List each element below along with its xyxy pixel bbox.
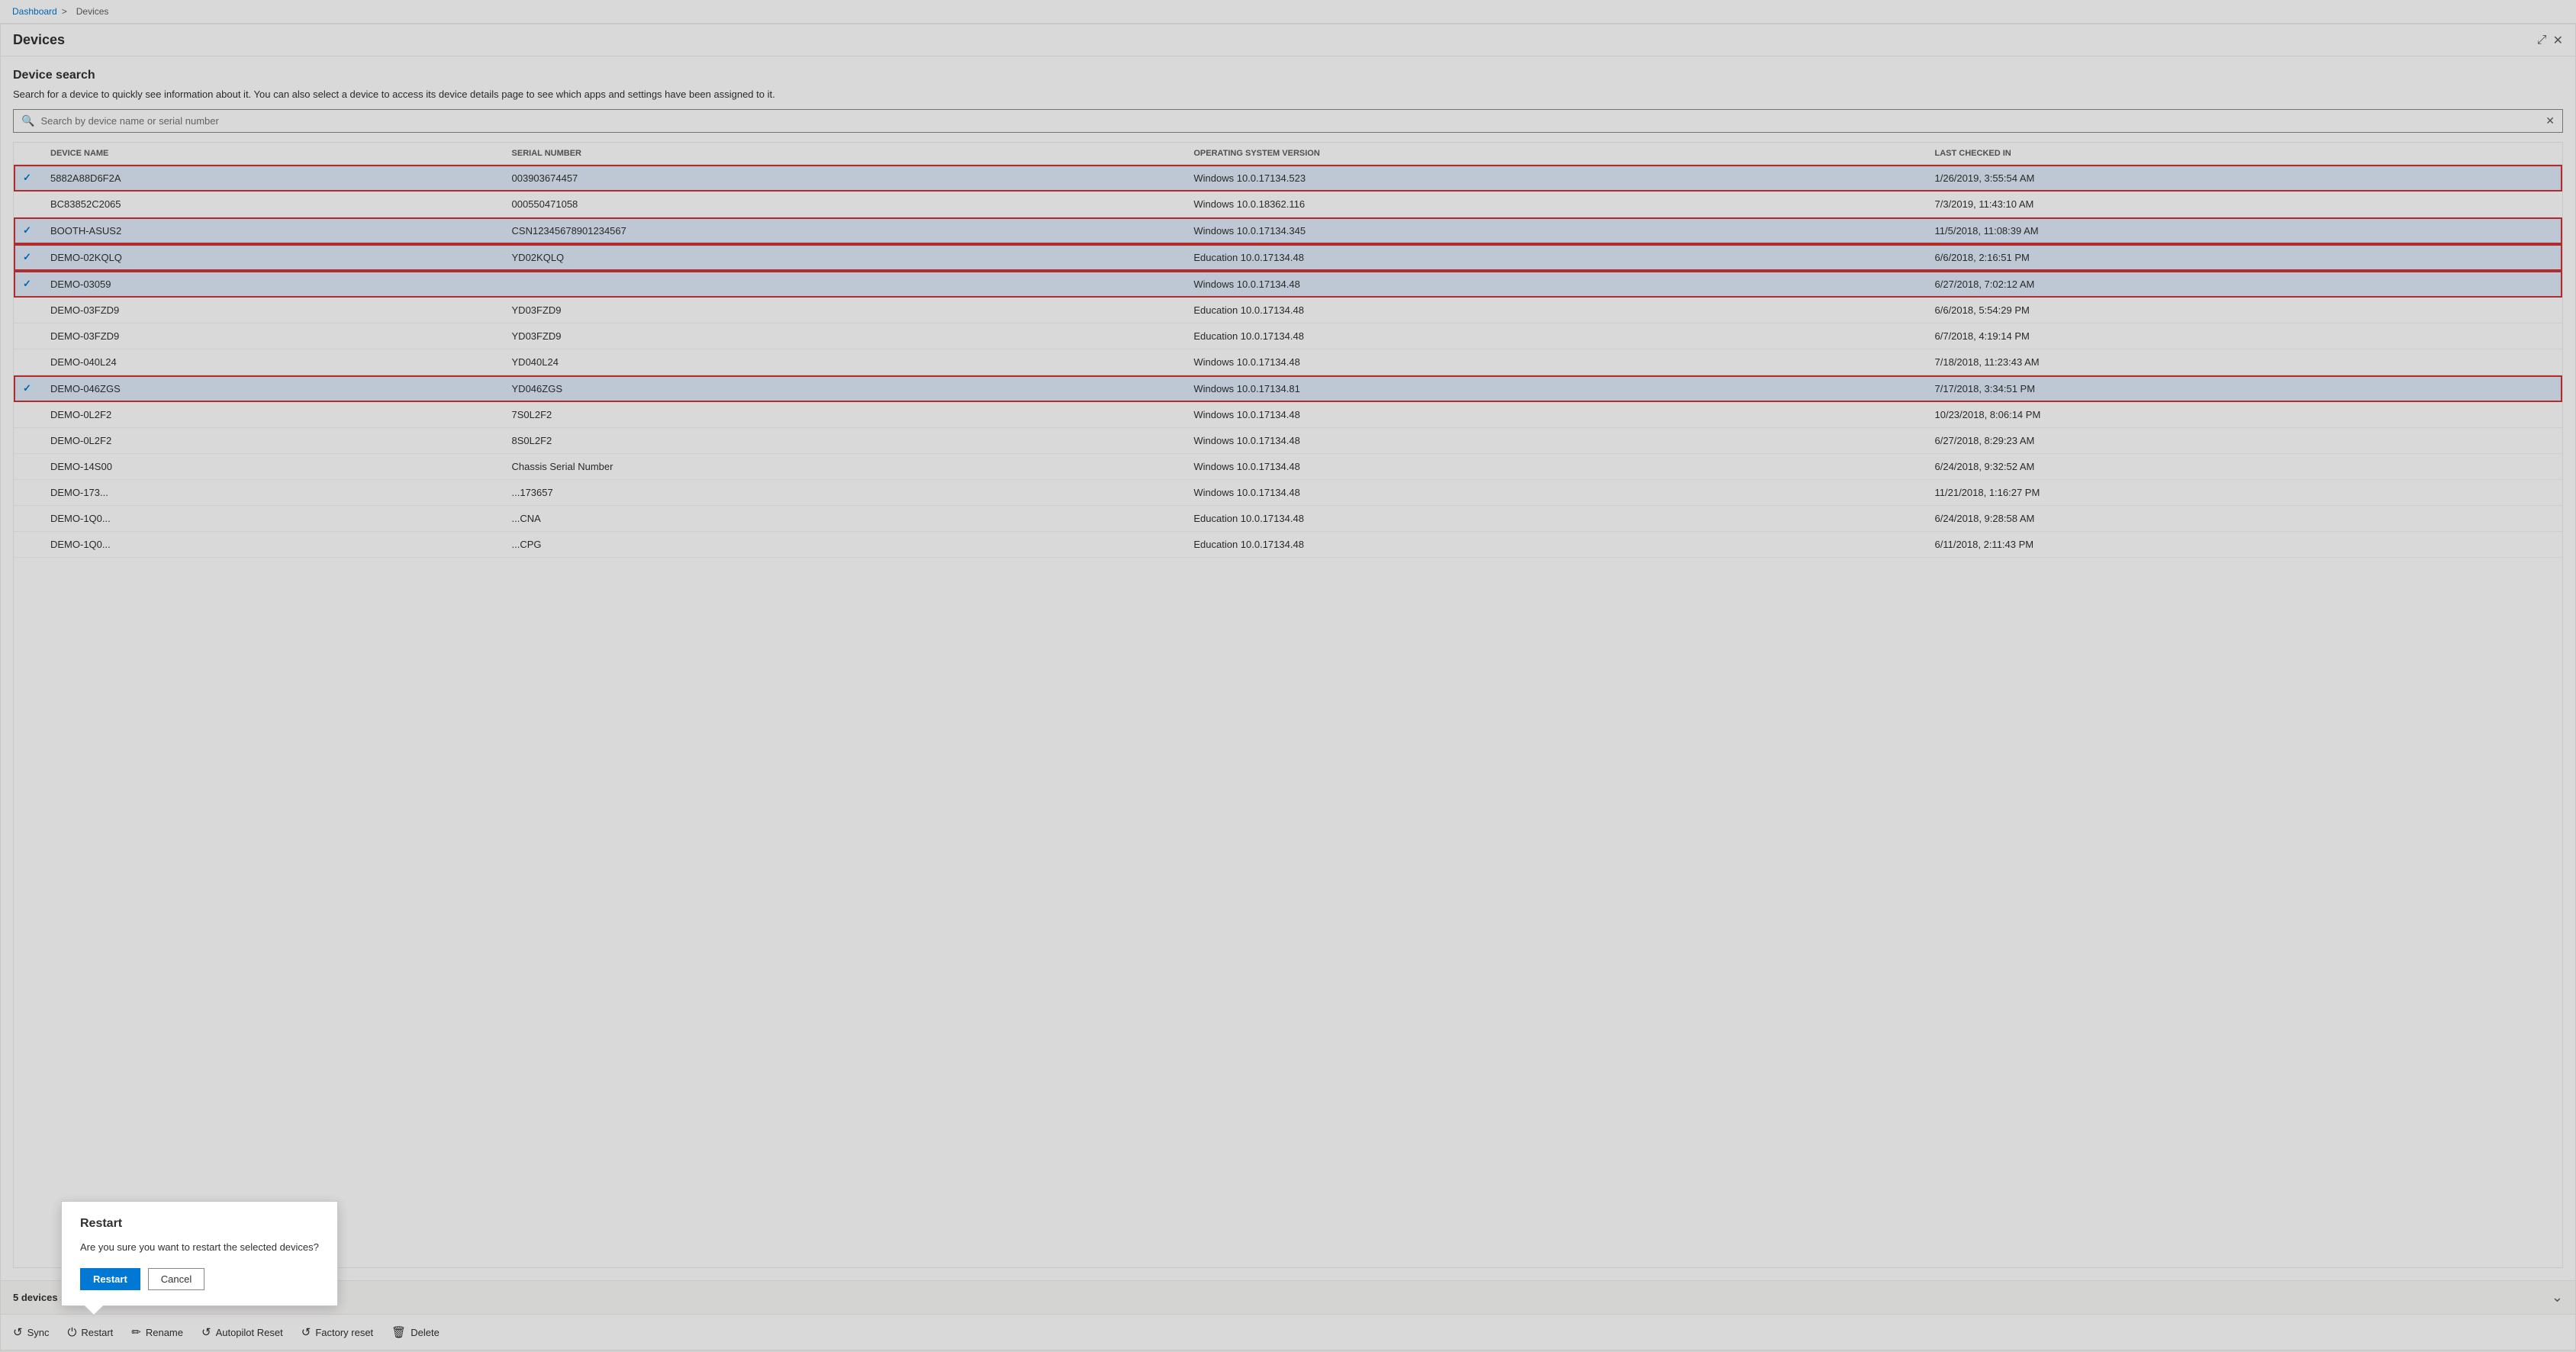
dialog-actions: Restart Cancel: [80, 1268, 319, 1290]
dialog-body: Are you sure you want to restart the sel…: [80, 1241, 319, 1253]
dialog-overlay: Restart Are you sure you want to restart…: [0, 0, 2576, 1352]
restart-dialog: Restart Are you sure you want to restart…: [61, 1201, 338, 1306]
dialog-title: Restart: [80, 1217, 319, 1231]
dialog-cancel-button[interactable]: Cancel: [148, 1268, 204, 1290]
dialog-confirm-button[interactable]: Restart: [80, 1268, 140, 1290]
